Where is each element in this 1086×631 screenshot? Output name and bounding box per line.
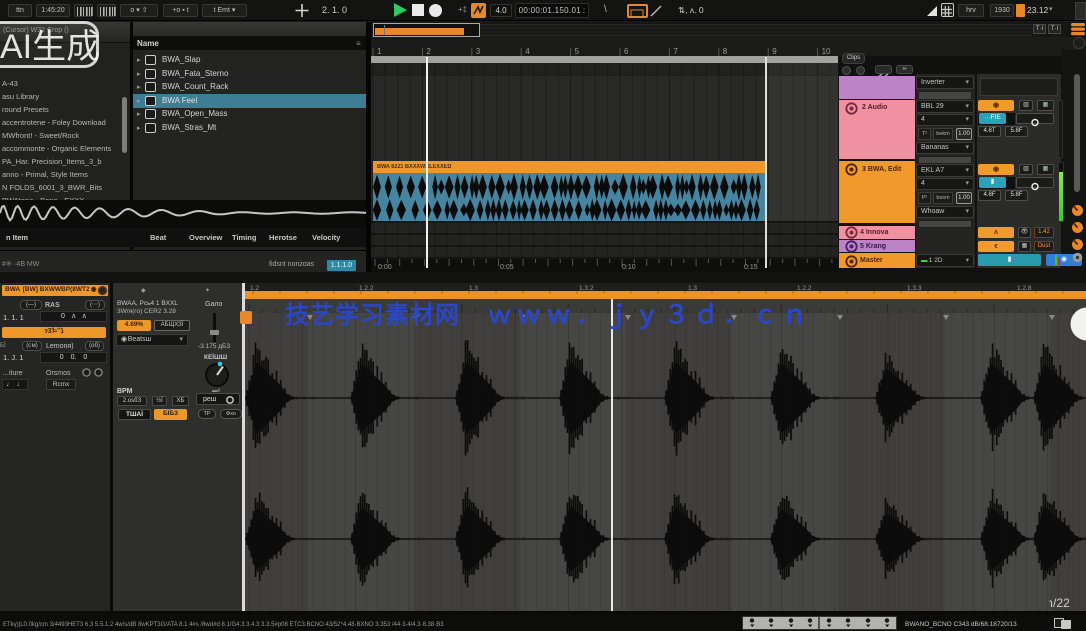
svg-text:5: 5 xyxy=(575,47,580,56)
svg-text:0:10: 0:10 xyxy=(622,264,636,271)
svg-text:7: 7 xyxy=(673,47,678,56)
svg-text:1: 1 xyxy=(377,47,382,56)
svg-text:0:15: 0:15 xyxy=(744,264,758,271)
svg-text:4: 4 xyxy=(525,47,530,56)
svg-text:2: 2 xyxy=(426,47,431,56)
svg-text:0:00: 0:00 xyxy=(378,264,392,271)
svg-text:8: 8 xyxy=(723,47,728,56)
svg-text:6: 6 xyxy=(624,47,629,56)
svg-text:0:05: 0:05 xyxy=(500,264,514,271)
svg-text:9: 9 xyxy=(772,47,777,56)
svg-text:10: 10 xyxy=(822,47,831,56)
svg-text:3: 3 xyxy=(476,47,481,56)
